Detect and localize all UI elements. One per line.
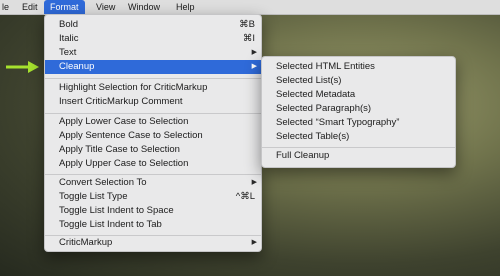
menu-item-label: Selected Table(s) [276,131,350,142]
menu-help[interactable]: Help [170,0,201,14]
separator [45,78,261,79]
green-arrow-icon [6,61,39,73]
menu-item-label: Toggle List Type [59,191,128,202]
menu-item-highlight-selection[interactable]: Highlight Selection for CriticMarkup [45,81,261,95]
submenu-item-tables[interactable]: Selected Table(s) [262,130,455,144]
menu-item-toggle-list-type[interactable]: Toggle List Type ^⌘L [45,190,261,204]
menu-item-label: Apply Lower Case to Selection [59,116,189,127]
menu-item-indent-space[interactable]: Toggle List Indent to Space [45,204,261,218]
menu-item-text[interactable]: Text ▶ [45,46,261,60]
menu-item-label: Italic [59,33,79,44]
menu-item-cleanup[interactable]: Cleanup ▶ [45,60,261,74]
menu-format[interactable]: Format [44,0,85,14]
menu-item-insert-comment[interactable]: Insert CriticMarkup Comment [45,95,261,109]
shortcut-label: ^⌘L [235,191,255,202]
submenu-item-lists[interactable]: Selected List(s) [262,74,455,88]
menu-item-upper-case[interactable]: Apply Upper Case to Selection [45,157,261,171]
menu-item-convert-selection[interactable]: Convert Selection To ▶ [45,176,261,190]
shortcut-label: ⌘B [239,19,255,30]
menu-item-label: Selected “Smart Typography” [276,117,400,128]
menu-item-label: Bold [59,19,79,30]
menu-item-label: Highlight Selection for CriticMarkup [59,82,208,93]
submenu-item-metadata[interactable]: Selected Metadata [262,88,455,102]
menu-item-label: Toggle List Indent to Space [59,205,174,216]
menu-item-label: Cleanup [59,61,95,72]
menu-item-label: Text [59,47,77,58]
separator [262,147,455,148]
menu-item-criticmarkup[interactable]: CriticMarkup ▶ [45,236,261,250]
menu-item-title-case[interactable]: Apply Title Case to Selection [45,143,261,157]
shortcut-label: ⌘I [242,33,255,44]
menu-item-label: Apply Upper Case to Selection [59,158,189,169]
menu-item-label: Convert Selection To [59,177,147,188]
submenu-item-html-entities[interactable]: Selected HTML Entities [262,60,455,74]
menu-item-label: Toggle List Indent to Tab [59,219,162,230]
menu-item-label: Selected Metadata [276,89,356,100]
menu-item-label: Full Cleanup [276,150,330,161]
menu-edit[interactable]: Edit [16,0,44,14]
menu-bar: le Edit Format View Window Help [0,0,500,15]
separator [45,113,261,114]
menu-item-label: Apply Sentence Case to Selection [59,130,203,141]
menu-item-label: CriticMarkup [59,237,113,248]
cleanup-submenu: Selected HTML Entities Selected List(s) … [261,56,456,168]
menu-item-label: Insert CriticMarkup Comment [59,96,183,107]
separator [45,174,261,175]
menu-view[interactable]: View [90,0,121,14]
menu-item-label: Selected Paragraph(s) [276,103,372,114]
format-menu: Bold ⌘B Italic ⌘I Text ▶ Cleanup ▶ Highl… [44,14,262,252]
menu-item-lower-case[interactable]: Apply Lower Case to Selection [45,115,261,129]
submenu-item-smart-typography[interactable]: Selected “Smart Typography” [262,116,455,130]
menu-item-label: Selected List(s) [276,75,342,86]
menu-item-label: Apply Title Case to Selection [59,144,180,155]
submenu-item-full-cleanup[interactable]: Full Cleanup [262,149,455,163]
chevron-right-icon: ▶ [251,239,257,246]
chevron-right-icon: ▶ [251,179,257,186]
menu-item-indent-tab[interactable]: Toggle List Indent to Tab [45,218,261,232]
submenu-item-paragraphs[interactable]: Selected Paragraph(s) [262,102,455,116]
menu-window[interactable]: Window [122,0,166,14]
menu-item-italic[interactable]: Italic ⌘I [45,32,261,46]
chevron-right-icon: ▶ [251,49,257,56]
menu-item-sentence-case[interactable]: Apply Sentence Case to Selection [45,129,261,143]
menu-item-label: Selected HTML Entities [276,61,375,72]
chevron-right-icon: ▶ [251,63,257,70]
menu-file[interactable]: le [0,0,15,14]
menu-item-bold[interactable]: Bold ⌘B [45,18,261,32]
